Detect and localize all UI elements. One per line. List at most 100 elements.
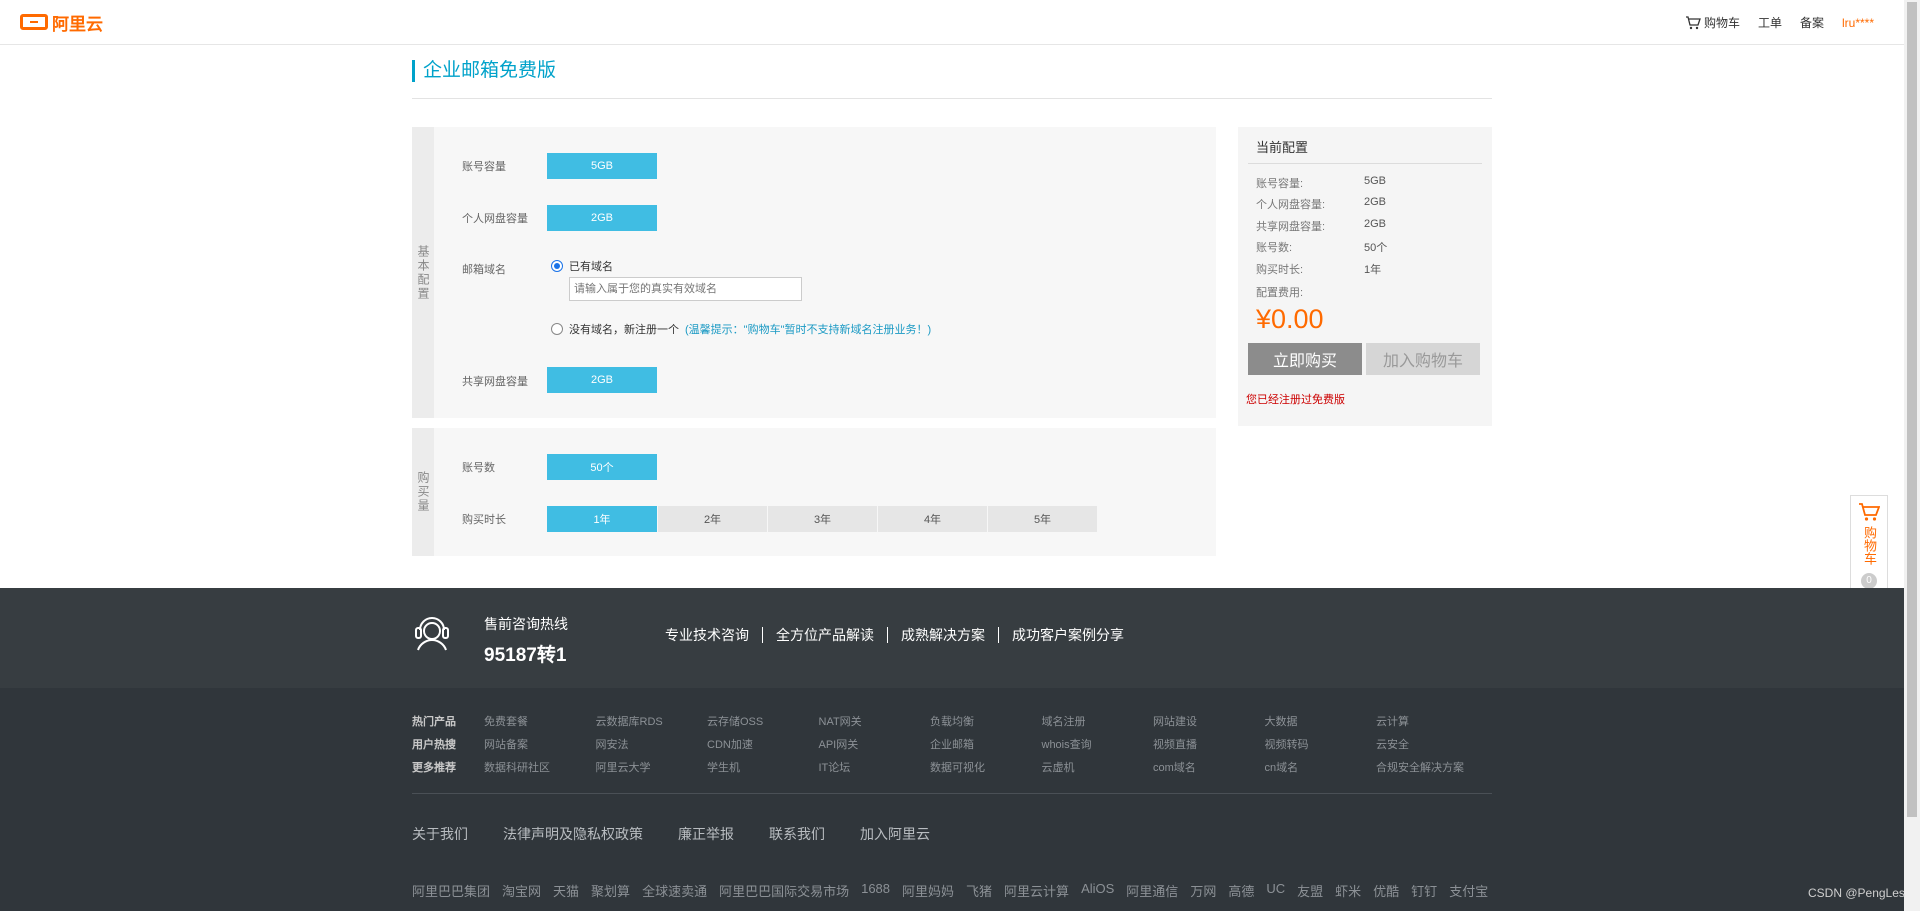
group-link[interactable]: 阿里妈妈 — [902, 881, 954, 900]
group-link[interactable]: 1688 — [861, 881, 890, 900]
summary-row-value: 2GB — [1364, 196, 1387, 208]
group-link[interactable]: 虾米 — [1335, 881, 1361, 900]
account-capacity-option[interactable]: 5GB — [547, 153, 657, 179]
footer-link[interactable]: whois查询 — [1042, 736, 1154, 751]
group-link[interactable]: 优酷 — [1373, 881, 1399, 900]
service-link[interactable]: 全方位产品解读 — [762, 627, 887, 643]
fee-label: 配置费用: — [1256, 287, 1304, 299]
footer-link[interactable]: 数据可视化 — [930, 759, 1042, 774]
category-label: 更多推荐 — [412, 762, 456, 774]
personal-disk-option[interactable]: 2GB — [547, 205, 657, 231]
aliyun-logo-icon — [20, 14, 48, 30]
purchase-config-panel: 购买量 账号数 50个 购买时长 1年 2年 3年 4年 5年 — [412, 428, 1216, 556]
about-link[interactable]: 法律声明及隐私权政策 — [503, 824, 643, 844]
cart-link-label: 购物车 — [1703, 16, 1740, 30]
about-link[interactable]: 廉正举报 — [678, 824, 734, 844]
add-to-cart-button[interactable]: 加入购物车 — [1366, 343, 1480, 375]
footer-link[interactable]: 云虚机 — [1042, 759, 1154, 774]
footer-link[interactable]: 网站备案 — [484, 736, 596, 751]
summary-row: 账号容量: 5GB — [1256, 175, 1476, 191]
duration-option-1y[interactable]: 1年 — [547, 506, 657, 532]
cart-icon — [1685, 15, 1701, 29]
footer-link[interactable]: 视频转码 — [1265, 736, 1377, 751]
footer-link[interactable]: 云数据库RDS — [596, 713, 708, 728]
duration-option-5y[interactable]: 5年 — [988, 506, 1097, 532]
group-link[interactable]: AliOS — [1081, 881, 1114, 900]
user-account-link[interactable]: lru**** — [1842, 16, 1874, 30]
footer-link[interactable]: API网关 — [819, 736, 931, 751]
group-link[interactable]: 钉钉 — [1411, 881, 1437, 900]
domain-none-radio[interactable] — [551, 323, 563, 335]
footer-link[interactable]: 网安法 — [596, 736, 708, 751]
footer-divider — [412, 793, 1492, 794]
filing-link[interactable]: 备案 — [1800, 14, 1824, 31]
about-link[interactable]: 关于我们 — [412, 824, 468, 844]
footer-link[interactable]: 视频直播 — [1153, 736, 1265, 751]
service-link[interactable]: 成功客户案例分享 — [998, 627, 1137, 643]
about-link[interactable]: 加入阿里云 — [860, 824, 930, 844]
service-link[interactable]: 专业技术咨询 — [665, 627, 762, 643]
accounts-option[interactable]: 50个 — [547, 454, 657, 480]
service-link[interactable]: 成熟解决方案 — [887, 627, 998, 643]
floating-cart-icon — [1859, 503, 1880, 521]
footer-link[interactable]: 阿里云大学 — [596, 759, 708, 774]
account-capacity-label: 账号容量 — [462, 161, 506, 173]
footer-link[interactable]: CDN加速 — [707, 736, 819, 751]
buy-now-button[interactable]: 立即购买 — [1248, 343, 1362, 375]
footer-link[interactable]: 学生机 — [707, 759, 819, 774]
duration-option-4y[interactable]: 4年 — [878, 506, 987, 532]
group-link[interactable]: UC — [1266, 881, 1285, 900]
footer-link[interactable]: 数据科研社区 — [484, 759, 596, 774]
footer-link[interactable]: NAT网关 — [819, 713, 931, 728]
domain-have-label: 已有域名 — [569, 261, 613, 273]
domain-option-none[interactable]: 没有域名，新注册一个 (温馨提示："购物车"暂时不支持新域名注册业务！) — [551, 321, 931, 337]
domain-have-radio[interactable] — [551, 260, 563, 272]
footer-link[interactable]: IT论坛 — [819, 759, 931, 774]
footer-link[interactable]: cn域名 — [1265, 759, 1377, 774]
duration-option-2y[interactable]: 2年 — [658, 506, 767, 532]
group-link[interactable]: 全球速卖通 — [642, 881, 707, 900]
summary-row-label: 共享网盘容量: — [1256, 221, 1326, 233]
group-link[interactable]: 支付宝 — [1449, 881, 1488, 900]
ticket-link[interactable]: 工单 — [1758, 14, 1782, 31]
group-link[interactable]: 阿里巴巴集团 — [412, 881, 490, 900]
footer-link[interactable]: 合规安全解决方案 — [1376, 759, 1488, 774]
price: ¥0.00 — [1256, 304, 1324, 334]
footer-link[interactable]: 网站建设 — [1153, 713, 1265, 728]
footer-link[interactable]: 免费套餐 — [484, 713, 596, 728]
group-link[interactable]: 飞猪 — [966, 881, 992, 900]
footer-link[interactable]: com域名 — [1153, 759, 1265, 774]
footer-link-grid: 免费套餐 云数据库RDS 云存储OSS NAT网关 负载均衡 域名注册 网站建设 大数据 云计算… — [484, 713, 1488, 774]
group-link[interactable]: 阿里通信 — [1126, 881, 1178, 900]
top-nav: 购物车 工单 备案 lru**** — [1685, 14, 1874, 31]
group-links: 阿里巴巴集团 淘宝网 天猫 聚划算 全球速卖通 阿里巴巴国际交易市场 1688 阿里妈妈 飞猪阿… — [412, 881, 1488, 900]
group-link[interactable]: 万网 — [1190, 881, 1216, 900]
footer-link[interactable]: 域名注册 — [1042, 713, 1154, 728]
footer-link[interactable]: 云存储OSS — [707, 713, 819, 728]
footer-link[interactable]: 云安全 — [1376, 736, 1488, 751]
group-link[interactable]: 友盟 — [1297, 881, 1323, 900]
duration-option-3y[interactable]: 3年 — [768, 506, 877, 532]
footer-link[interactable]: 大数据 — [1265, 713, 1377, 728]
footer-link[interactable]: 企业邮箱 — [930, 736, 1042, 751]
group-link[interactable]: 阿里巴巴国际交易市场 — [719, 881, 849, 900]
domain-option-have[interactable]: 已有域名 — [551, 258, 613, 274]
group-link[interactable]: 阿里云计算 — [1004, 881, 1069, 900]
shared-disk-option[interactable]: 2GB — [547, 367, 657, 393]
scrollbar-thumb[interactable] — [1907, 2, 1917, 817]
footer-link[interactable]: 负载均衡 — [930, 713, 1042, 728]
group-link[interactable]: 天猫 — [553, 881, 579, 900]
domain-input[interactable] — [569, 277, 802, 301]
aliyun-logo[interactable]: 阿里云 — [20, 12, 103, 34]
summary-row-label: 个人网盘容量: — [1256, 199, 1326, 211]
domain-none-label: 没有域名，新注册一个 — [569, 324, 679, 336]
hotline-number: 95187转1 — [484, 645, 567, 666]
group-link[interactable]: 淘宝网 — [502, 881, 541, 900]
group-link[interactable]: 高德 — [1228, 881, 1254, 900]
summary-row-value: 5GB — [1364, 175, 1387, 187]
top-cart-link[interactable]: 购物车 — [1685, 14, 1740, 31]
footer-link[interactable]: 云计算 — [1376, 713, 1488, 728]
about-link[interactable]: 联系我们 — [769, 824, 825, 844]
group-link[interactable]: 聚划算 — [591, 881, 630, 900]
headset-icon — [412, 610, 452, 657]
